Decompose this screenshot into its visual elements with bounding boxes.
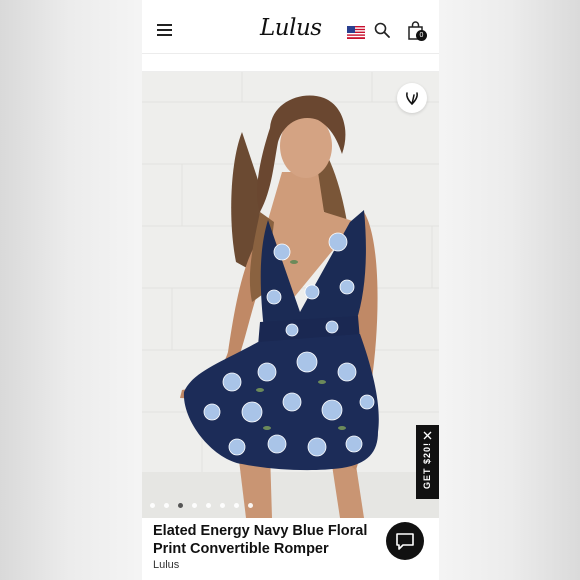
top-navigation-bar: Lulus 0 [142,0,439,54]
bag-count-badge: 0 [416,30,427,41]
hamburger-icon[interactable] [157,24,172,36]
promo-label: GET $20! [422,441,432,489]
product-brand[interactable]: Lulus [153,558,179,572]
carousel-dot[interactable] [220,503,225,508]
chat-bubble-icon [396,533,414,550]
heart-icon [406,92,418,106]
carousel-dot[interactable] [192,503,197,508]
image-carousel-dots [150,503,260,511]
product-title: Elated Energy Navy Blue Floral Print Con… [153,523,368,557]
search-icon[interactable] [374,22,390,38]
carousel-dot[interactable] [150,503,155,508]
carousel-dot[interactable] [164,503,169,508]
mobile-page: Lulus 0 GET $20! Elated Energy Navy Blue… [142,0,439,580]
us-flag-icon[interactable] [347,26,365,39]
chat-button[interactable] [386,522,424,560]
wishlist-button[interactable] [397,83,427,113]
promo-tab[interactable]: GET $20! [416,425,439,499]
carousel-dot-active[interactable] [178,503,183,508]
carousel-dot[interactable] [234,503,239,508]
carousel-dot[interactable] [206,503,211,508]
product-image[interactable] [142,72,439,518]
sub-header-strip [142,54,439,72]
brand-logo[interactable]: Lulus [260,14,322,42]
carousel-dot[interactable] [248,503,253,508]
